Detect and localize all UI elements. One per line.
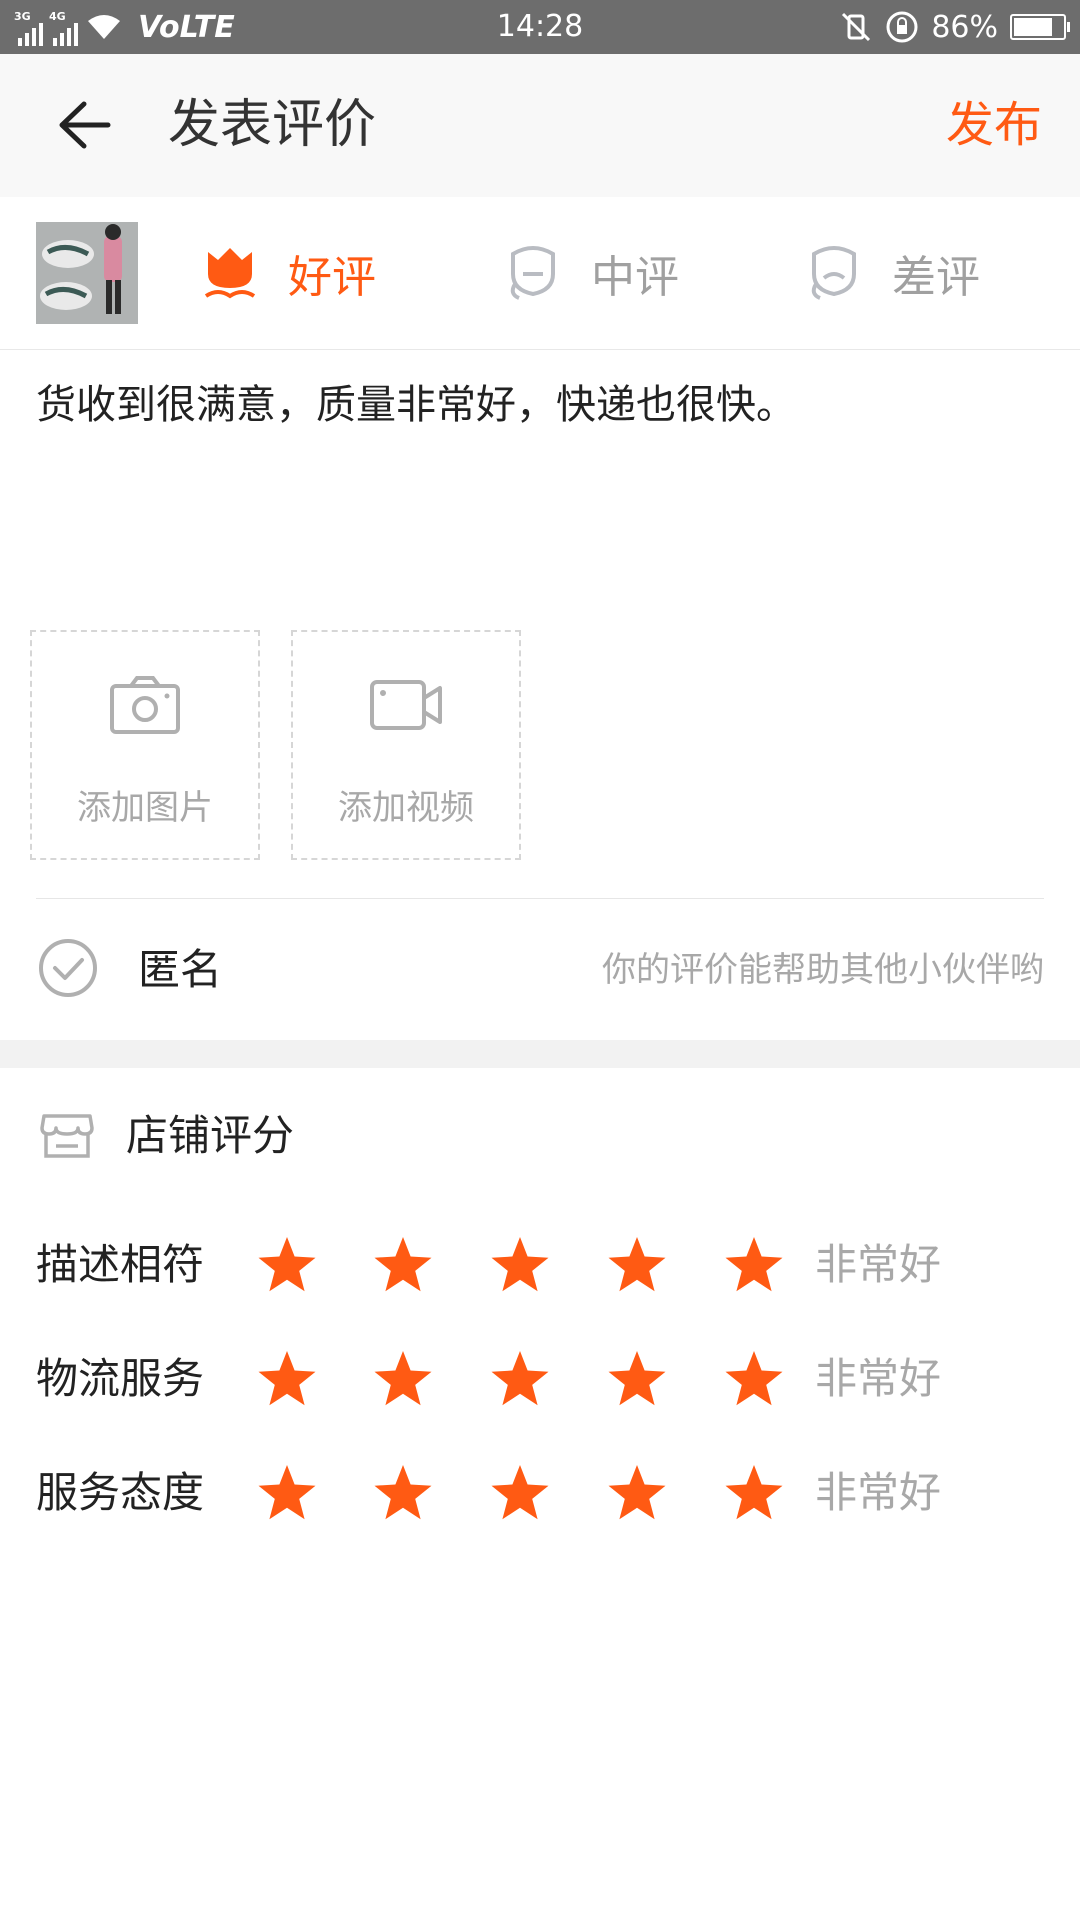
star-icon[interactable] — [606, 1349, 668, 1409]
star-icon[interactable] — [723, 1463, 785, 1523]
anonymous-checkbox-icon[interactable] — [38, 938, 98, 998]
rating-row-label: 描述相符 — [36, 1240, 205, 1289]
top-bar: 发表评价 发布 — [0, 54, 1080, 197]
star-icon[interactable] — [723, 1235, 785, 1295]
flower-icon — [204, 248, 256, 299]
review-text-input[interactable]: 货收到很满意，质量非常好，快递也很快。 — [36, 372, 796, 430]
tab-medium-label: 中评 — [591, 252, 679, 303]
status-right: 86% — [839, 0, 1070, 54]
tab-bad-label: 差评 — [892, 252, 980, 303]
star-icon[interactable] — [256, 1235, 318, 1295]
star-icon[interactable] — [723, 1349, 785, 1409]
star-icon[interactable] — [606, 1463, 668, 1523]
star-icon[interactable] — [489, 1463, 551, 1523]
back-arrow-icon[interactable] — [56, 100, 112, 150]
star-icon[interactable] — [256, 1463, 318, 1523]
star-icon[interactable] — [372, 1463, 434, 1523]
rating-row: 服务态度 非常好 — [0, 1453, 1080, 1533]
anonymous-label[interactable]: 匿名 — [138, 940, 222, 1000]
publish-button[interactable]: 发布 — [946, 54, 1042, 197]
tab-medium-review[interactable]: 中评 — [505, 197, 679, 349]
rating-selector: 好评 中评 差评 — [0, 197, 1080, 350]
star-icon[interactable] — [372, 1349, 434, 1409]
rating-row-text: 非常好 — [815, 1468, 942, 1517]
add-photo-button[interactable]: 添加图片 — [30, 630, 260, 860]
neutral-face-icon — [510, 246, 555, 300]
rating-row-label: 服务态度 — [36, 1468, 205, 1517]
divider — [36, 898, 1044, 899]
tab-good-label: 好评 — [288, 252, 376, 303]
battery-percent: 86% — [931, 9, 998, 45]
star-icon[interactable] — [372, 1235, 434, 1295]
status-bar: 3G 4G VoLTE 14:28 86% — [0, 0, 1080, 54]
anonymous-hint: 你的评价能帮助其他小伙伴哟 — [602, 950, 1044, 990]
shop-icon — [40, 1114, 94, 1158]
mute-vibrate-icon — [842, 12, 871, 42]
star-icon[interactable] — [606, 1235, 668, 1295]
rating-row: 描述相符 非常好 — [0, 1225, 1080, 1305]
tab-bad-review[interactable]: 差评 — [806, 197, 980, 349]
rating-row-label: 物流服务 — [36, 1354, 205, 1403]
rating-row: 物流服务 非常好 — [0, 1339, 1080, 1419]
bad-face-icon — [811, 246, 856, 300]
battery-icon — [1010, 14, 1070, 40]
tab-good-review[interactable]: 好评 — [202, 197, 376, 349]
rating-row-text: 非常好 — [815, 1354, 942, 1403]
camera-icon — [110, 676, 180, 734]
shop-rating-title: 店铺评分 — [126, 1111, 295, 1160]
rotation-lock-icon — [886, 11, 918, 43]
star-icon[interactable] — [489, 1349, 551, 1409]
add-photo-label: 添加图片 — [77, 788, 213, 828]
add-video-button[interactable]: 添加视频 — [291, 630, 521, 860]
star-icon[interactable] — [256, 1349, 318, 1409]
rating-row-text: 非常好 — [815, 1240, 942, 1289]
page-title: 发表评价 — [168, 95, 377, 155]
star-icon[interactable] — [489, 1235, 551, 1295]
add-video-label: 添加视频 — [338, 788, 474, 828]
product-thumbnail — [36, 222, 138, 324]
section-separator — [0, 1040, 1080, 1068]
video-camera-icon — [370, 680, 442, 730]
